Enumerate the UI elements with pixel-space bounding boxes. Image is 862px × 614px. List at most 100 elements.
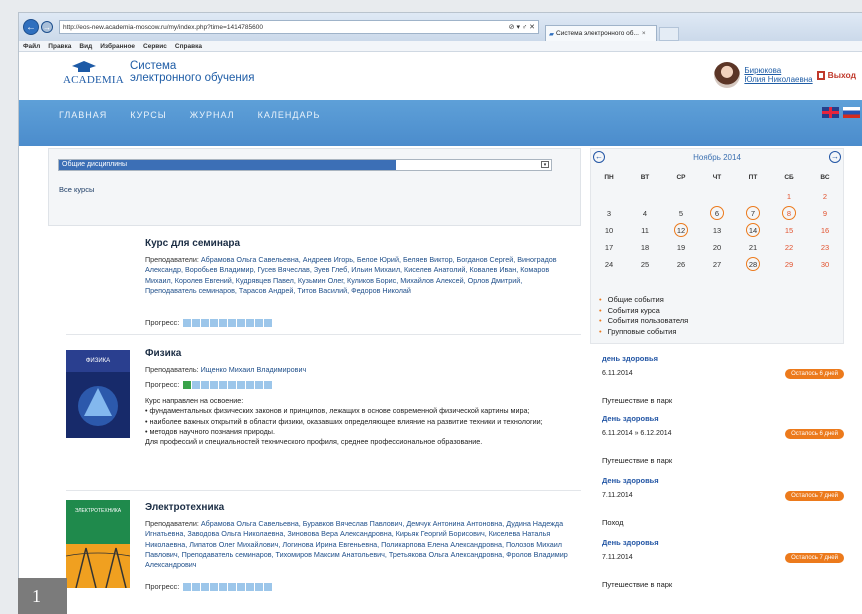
progress-segment <box>246 582 255 591</box>
nav-courses[interactable]: КУРСЫ <box>130 110 166 120</box>
days-left-badge: Осталось 7 дней <box>785 553 844 563</box>
calendar-day[interactable]: 19 <box>663 243 699 252</box>
calendar-day[interactable]: 25 <box>627 260 663 269</box>
calendar-day[interactable]: 29 <box>771 260 807 269</box>
calendar-day[interactable]: 2 <box>807 192 843 201</box>
menu-view[interactable]: Вид <box>79 43 92 50</box>
user-name-link[interactable]: Бирюкова Юлия Николаевна <box>744 66 812 84</box>
calendar-day[interactable]: 24 <box>591 260 627 269</box>
nav-home[interactable]: ГЛАВНАЯ <box>59 110 107 120</box>
event-category-label: Путешествие в парк <box>602 456 673 465</box>
progress-segment <box>183 582 192 591</box>
progress-bar <box>183 582 273 591</box>
address-controls[interactable]: ⊘ ▾ ♂ ✕ <box>509 23 535 31</box>
menu-edit[interactable]: Правка <box>48 43 71 50</box>
calendar-day[interactable]: 16 <box>807 226 843 235</box>
course-title[interactable]: Курс для семинара <box>145 238 240 249</box>
address-bar[interactable]: http://eos-new.academia-moscow.ru/my/ind… <box>59 20 539 34</box>
russian-flag-icon[interactable] <box>843 107 860 118</box>
chevron-down-icon[interactable]: ▾ <box>541 161 549 168</box>
event-title[interactable]: День здоровья <box>602 538 844 547</box>
event-title[interactable]: День здоровья <box>602 476 844 485</box>
calendar-day[interactable]: 8 <box>771 206 807 220</box>
calendar-day[interactable]: 1 <box>771 192 807 201</box>
progress-segment <box>210 318 219 327</box>
calendar-day[interactable]: 14 <box>735 223 771 237</box>
progress-segment <box>255 380 264 389</box>
calendar-day[interactable]: 10 <box>591 226 627 235</box>
calendar-day[interactable]: 18 <box>627 243 663 252</box>
weekday-label: ПН <box>604 173 614 181</box>
calendar-day[interactable]: 28 <box>735 257 771 271</box>
calendar-day[interactable]: 20 <box>699 243 735 252</box>
event-item: День здоровья 7.11.2014 Осталось 7 дней <box>602 476 844 501</box>
divider <box>66 334 581 335</box>
calendar-day[interactable]: 15 <box>771 226 807 235</box>
days-left-badge: Осталось 6 дней <box>785 369 844 379</box>
nav-calendar[interactable]: КАЛЕНДАРЬ <box>258 110 321 120</box>
menu-favorites[interactable]: Избранное <box>100 43 135 50</box>
divider <box>66 490 581 491</box>
calendar-day[interactable]: 21 <box>735 243 771 252</box>
calendar-day[interactable]: 22 <box>771 243 807 252</box>
forward-button[interactable]: → <box>41 21 53 33</box>
category-select[interactable]: Общие дисциплины ▾ <box>58 159 552 171</box>
calendar-day[interactable]: 30 <box>807 260 843 269</box>
menu-file[interactable]: Файл <box>23 43 40 50</box>
course-progress: Прогресс: <box>145 380 273 389</box>
calendar-day[interactable]: 4 <box>627 209 663 218</box>
menu-tools[interactable]: Сервис <box>143 43 167 50</box>
close-tab-icon[interactable]: × <box>642 30 646 37</box>
all-courses-link[interactable]: Все курсы <box>59 185 94 194</box>
logo-text: ACADEMIA <box>63 74 124 86</box>
physics-book-cover[interactable]: ФИЗИКА <box>66 350 130 438</box>
legend-item[interactable]: События пользователя <box>599 316 689 327</box>
nav-journal[interactable]: ЖУРНАЛ <box>190 110 235 120</box>
next-month-icon[interactable]: → <box>829 151 841 163</box>
legend-item[interactable]: Общие события <box>599 295 688 306</box>
calendar-day[interactable]: 9 <box>807 209 843 218</box>
calendar-day[interactable]: 13 <box>699 226 735 235</box>
academia-logo[interactable]: ACADEMIA <box>59 61 129 97</box>
course-progress: Прогресс: <box>145 582 273 591</box>
progress-segment <box>192 582 201 591</box>
course-title[interactable]: Физика <box>145 348 181 359</box>
event-title[interactable]: День здоровья <box>602 414 844 423</box>
logout-icon[interactable] <box>816 70 825 80</box>
legend-item[interactable]: События курса <box>599 306 688 317</box>
electrotech-book-cover[interactable]: ЭЛЕКТРОТЕХНИКА <box>66 500 130 588</box>
progress-segment <box>228 582 237 591</box>
english-flag-icon[interactable] <box>822 107 839 118</box>
new-tab-button[interactable] <box>659 27 679 41</box>
teachers-label: Преподаватели: <box>145 519 199 528</box>
calendar-day[interactable]: 26 <box>663 260 699 269</box>
calendar-day[interactable]: 3 <box>591 209 627 218</box>
calendar-day[interactable]: 5 <box>663 209 699 218</box>
calendar-day[interactable]: 11 <box>627 226 663 235</box>
calendar-day[interactable]: 27 <box>699 260 735 269</box>
calendar-weekdays: ПН ВТ СР ЧТ ПТ СБ ВС <box>591 171 843 188</box>
calendar-day[interactable]: 6 <box>699 206 735 220</box>
calendar-day[interactable]: 17 <box>591 243 627 252</box>
progress-segment <box>219 380 228 389</box>
course-title[interactable]: Электротехника <box>145 502 224 513</box>
browser-tab[interactable]: ▰ Система электронного об... × <box>545 25 657 41</box>
progress-segment <box>210 380 219 389</box>
menu-help[interactable]: Справка <box>175 43 202 50</box>
calendar-day[interactable]: 12 <box>663 223 699 237</box>
event-title[interactable]: день здоровья <box>602 354 844 363</box>
event-category-label: Поход <box>602 518 624 527</box>
progress-segment <box>255 582 264 591</box>
progress-segment <box>201 318 210 327</box>
avatar[interactable] <box>714 62 741 88</box>
calendar-widget: ← Ноябрь 2014 → ПН ВТ СР ЧТ ПТ СБ ВС 1 2 3 4 5 6 7 8 9 1… <box>590 148 844 344</box>
legend-item[interactable]: Групповые события <box>599 327 688 338</box>
teachers-list: Абрамова Ольга Савельевна, Буравков Вяче… <box>145 519 568 570</box>
logout-link[interactable]: Выход <box>828 70 856 80</box>
calendar-day[interactable]: 7 <box>735 206 771 220</box>
back-button[interactable]: ← <box>23 19 39 35</box>
description-line: Курс направлен на освоение: <box>145 396 244 405</box>
calendar-day[interactable]: 23 <box>807 243 843 252</box>
progress-segment <box>228 318 237 327</box>
progress-label: Прогресс: <box>145 318 180 327</box>
